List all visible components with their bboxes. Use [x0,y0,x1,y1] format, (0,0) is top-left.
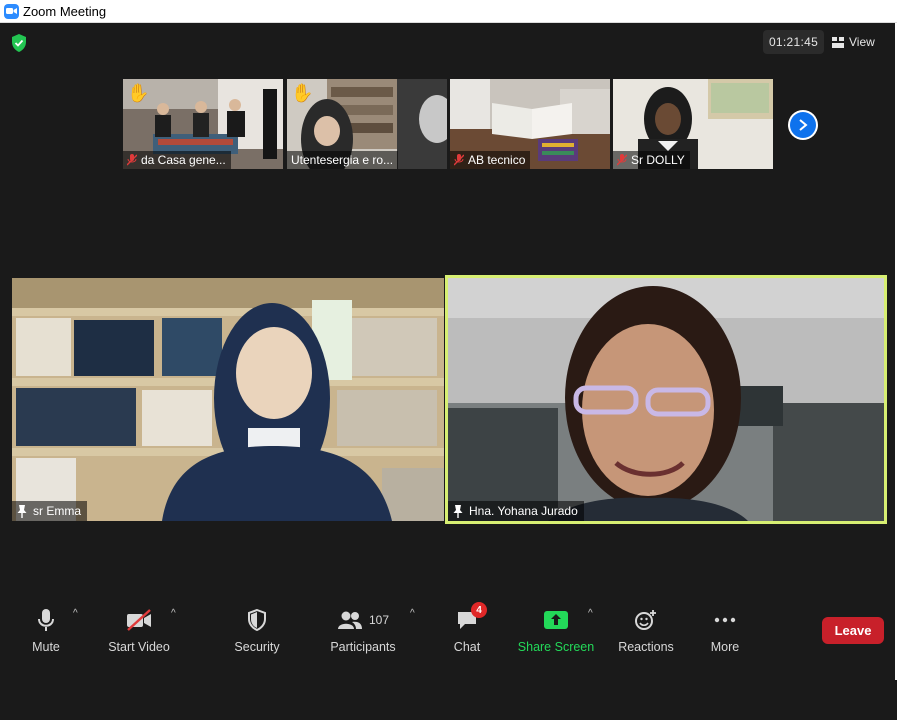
zoom-app-icon [4,3,19,19]
meeting-toolbar: Mute ^ Start Video ^ Security 107 Partic… [0,596,897,662]
chat-button[interactable]: 4 Chat [450,602,487,656]
participants-options-caret[interactable]: ^ [410,608,415,619]
more-button[interactable]: More [707,606,743,656]
participants-label: Participants [330,640,396,654]
participant-thumbnail[interactable]: ✋ Utentesergia e ro... [287,79,447,169]
participant-namebar: Hna. Yohana Jurado [448,501,584,521]
mute-label: Mute [32,640,60,654]
participant-name: Sr DOLLY [631,153,685,167]
participant-thumbnail[interactable]: AB tecnico [450,79,610,169]
mute-button[interactable]: Mute [26,606,66,656]
participant-namebar: Sr DOLLY [613,151,690,169]
share-options-caret[interactable]: ^ [588,608,593,619]
grid-view-icon [832,36,844,48]
participant-name: Hna. Yohana Jurado [469,504,578,518]
view-button[interactable]: View [832,30,888,54]
participant-namebar: sr Emma [12,501,87,521]
chevron-right-icon [799,119,808,131]
video-feed [448,278,884,521]
more-dots-icon [714,617,736,623]
share-screen-label: Share Screen [517,640,595,654]
raised-hand-icon: ✋ [127,83,150,103]
window-titlebar: Zoom Meeting [0,0,897,23]
emoji-add-icon [635,610,656,630]
start-video-label: Start Video [108,640,170,654]
participant-namebar: da Casa gene... [123,151,231,169]
participant-name: sr Emma [33,504,81,518]
participant-thumbnail[interactable]: ✋ da Casa gene... [123,79,283,169]
participant-name: da Casa gene... [141,153,226,167]
security-label: Security [234,640,280,654]
mic-muted-icon [127,154,137,166]
leave-button[interactable]: Leave [822,617,884,644]
microphone-icon [38,609,54,631]
start-video-button[interactable]: Start Video [104,606,174,656]
share-screen-icon [544,611,568,629]
video-tile-hna-yohana-jurado[interactable]: Hna. Yohana Jurado [445,275,887,524]
participants-count: 107 [368,613,390,627]
reactions-label: Reactions [618,640,674,654]
encryption-shield-icon[interactable] [10,33,28,53]
raised-hand-icon: ✋ [291,83,314,103]
video-off-icon [127,609,151,631]
video-tile-sr-emma[interactable]: sr Emma [12,278,444,521]
video-feed [12,278,444,521]
participant-name: AB tecnico [468,153,526,167]
reactions-button[interactable]: Reactions [616,606,676,656]
security-button[interactable]: Security [230,606,284,656]
participants-button[interactable]: 107 Participants [328,606,398,656]
view-label: View [849,35,875,49]
chat-unread-badge: 4 [471,602,487,618]
video-options-caret[interactable]: ^ [171,608,176,619]
audio-options-caret[interactable]: ^ [73,608,78,619]
meeting-timer: 01:21:45 [763,30,824,54]
mic-muted-icon [454,154,464,166]
shield-icon [248,609,266,631]
chat-label: Chat [453,640,481,654]
mic-muted-icon [617,154,627,166]
pin-icon [17,504,27,518]
window-title: Zoom Meeting [23,3,107,19]
pin-icon [453,504,463,518]
participant-thumbnail[interactable]: Sr DOLLY [613,79,773,169]
next-page-button[interactable] [788,110,818,140]
share-screen-button[interactable]: Share Screen [518,606,594,656]
participant-name: Utentesergia e ro... [291,153,394,167]
more-label: More [710,640,740,654]
participant-namebar: Utentesergia e ro... [287,151,399,169]
participant-namebar: AB tecnico [450,151,531,169]
participants-icon [337,611,362,629]
